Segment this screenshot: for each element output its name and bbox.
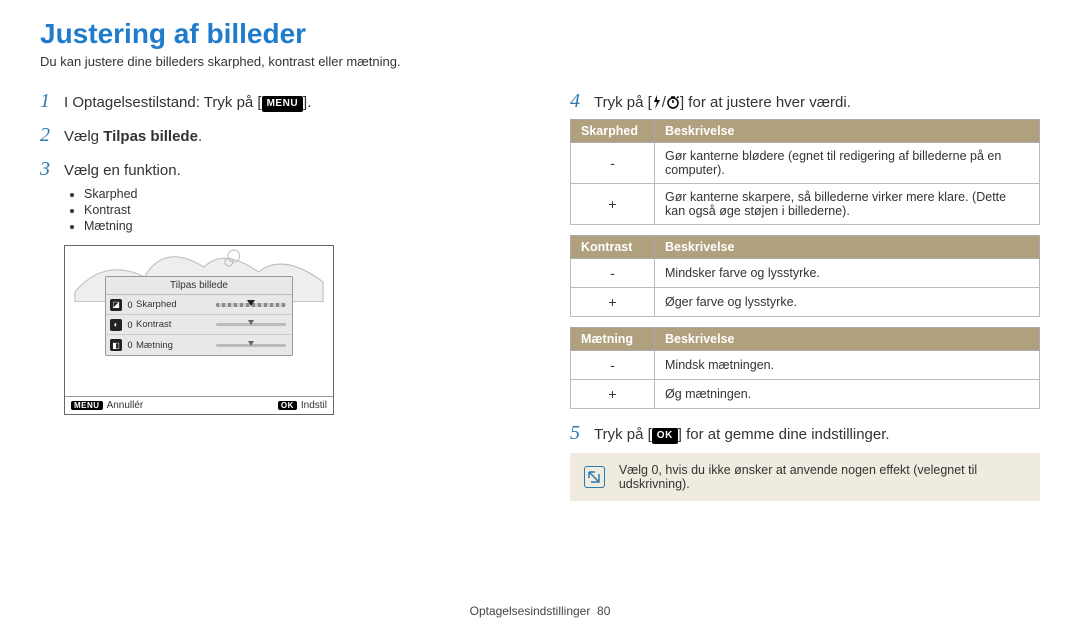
- panel-row-contrast: ◐ 0 Kontrast: [106, 315, 292, 335]
- step-2-prefix: Vælg: [64, 128, 103, 145]
- ok-badge-icon: OK: [278, 401, 297, 410]
- cancel-label: Annullér: [107, 400, 144, 411]
- desc-cell: Gør kanterne skarpere, så billederne vir…: [655, 184, 1040, 225]
- step-2-suffix: .: [198, 128, 202, 145]
- th-name: Skarphed: [571, 120, 655, 143]
- page-subtitle: Du kan justere dine billeders skarphed, …: [40, 54, 1040, 69]
- panel-label: Mætning: [136, 340, 173, 351]
- panel-value: 0: [126, 320, 134, 330]
- list-item: Skarphed: [84, 187, 510, 201]
- sign-cell: +: [571, 380, 655, 409]
- list-item: Mætning: [84, 219, 510, 233]
- left-column: 1 I Optagelsestilstand: Tryk på [MENU]. …: [40, 81, 510, 501]
- panel-row-saturation: ◧ 0 Mætning: [106, 335, 292, 355]
- panel-label: Kontrast: [136, 319, 171, 330]
- step-4-suffix: ] for at justere hver værdi.: [680, 94, 851, 111]
- timer-icon: [666, 95, 680, 109]
- desc-cell: Øg mætningen.: [655, 380, 1040, 409]
- th-desc: Beskrivelse: [655, 236, 1040, 259]
- panel-value: 0: [126, 300, 134, 310]
- list-item: Kontrast: [84, 203, 510, 217]
- slider: [216, 295, 286, 314]
- step-5: 5 Tryk på [OK] for at gemme dine indstil…: [570, 419, 1040, 447]
- contrast-icon: ◐: [110, 319, 122, 331]
- camera-preview: Tilpas billede ◪ 0 Skarphed ◐ 0 Kontrast: [64, 245, 334, 415]
- saturation-icon: ◧: [110, 339, 122, 351]
- table-sharpness: SkarphedBeskrivelse -Gør kanterne bløder…: [570, 119, 1040, 225]
- panel-value: 0: [126, 340, 134, 350]
- preview-footer: MENU Annullér OK Indstil: [65, 396, 333, 414]
- step-number: 3: [40, 155, 64, 183]
- step-4: 4 Tryk på [/] for at justere hver værdi.: [570, 87, 1040, 115]
- panel-row-sharpness: ◪ 0 Skarphed: [106, 295, 292, 315]
- note-icon: [584, 466, 605, 488]
- sign-cell: -: [571, 143, 655, 184]
- step-1-text-prefix: I Optagelsestilstand: Tryk på [: [64, 94, 262, 111]
- ok-badge-icon: OK: [652, 428, 678, 444]
- page-title: Justering af billeder: [40, 18, 1040, 50]
- sharpness-icon: ◪: [110, 299, 122, 311]
- step-1: 1 I Optagelsestilstand: Tryk på [MENU].: [40, 87, 510, 115]
- step-5-prefix: Tryk på [: [594, 426, 652, 443]
- slider: [216, 315, 286, 334]
- footer-section: Optagelsesindstillinger: [470, 604, 591, 618]
- step-number: 2: [40, 121, 64, 149]
- desc-cell: Gør kanterne blødere (egnet til redigeri…: [655, 143, 1040, 184]
- sign-cell: +: [571, 288, 655, 317]
- table-contrast: KontrastBeskrivelse -Mindsker farve og l…: [570, 235, 1040, 317]
- th-desc: Beskrivelse: [655, 328, 1040, 351]
- th-desc: Beskrivelse: [655, 120, 1040, 143]
- th-name: Mætning: [571, 328, 655, 351]
- note-box: Vælg 0, hvis du ikke ønsker at anvende n…: [570, 453, 1040, 501]
- step-number: 4: [570, 87, 594, 115]
- step-number: 5: [570, 419, 594, 447]
- adjust-panel: Tilpas billede ◪ 0 Skarphed ◐ 0 Kontrast: [105, 276, 293, 356]
- step-4-prefix: Tryk på [: [594, 94, 652, 111]
- step-1-text-suffix: ].: [303, 94, 311, 111]
- flash-icon: [652, 95, 662, 109]
- table-saturation: MætningBeskrivelse -Mindsk mætningen. +Ø…: [570, 327, 1040, 409]
- slider: [216, 335, 286, 355]
- step-2: 2 Vælg Tilpas billede.: [40, 121, 510, 149]
- footer-page: 80: [597, 604, 610, 618]
- step-number: 1: [40, 87, 64, 115]
- th-name: Kontrast: [571, 236, 655, 259]
- menu-badge-icon: MENU: [262, 96, 303, 112]
- desc-cell: Øger farve og lysstyrke.: [655, 288, 1040, 317]
- desc-cell: Mindsker farve og lysstyrke.: [655, 259, 1040, 288]
- step-3: 3 Vælg en funktion.: [40, 155, 510, 183]
- menu-badge-icon: MENU: [71, 401, 103, 410]
- sign-cell: +: [571, 184, 655, 225]
- sign-cell: -: [571, 351, 655, 380]
- step-5-suffix: ] for at gemme dine indstillinger.: [678, 426, 890, 443]
- panel-title: Tilpas billede: [106, 277, 292, 295]
- page-footer: Optagelsesindstillinger 80: [0, 604, 1080, 618]
- set-label: Indstil: [301, 400, 327, 411]
- note-text: Vælg 0, hvis du ikke ønsker at anvende n…: [619, 463, 1026, 491]
- function-list: Skarphed Kontrast Mætning: [74, 187, 510, 233]
- desc-cell: Mindsk mætningen.: [655, 351, 1040, 380]
- step-3-text: Vælg en funktion.: [64, 160, 510, 181]
- step-2-bold: Tilpas billede: [103, 128, 198, 145]
- panel-label: Skarphed: [136, 299, 177, 310]
- sign-cell: -: [571, 259, 655, 288]
- right-column: 4 Tryk på [/] for at justere hver værdi.…: [570, 81, 1040, 501]
